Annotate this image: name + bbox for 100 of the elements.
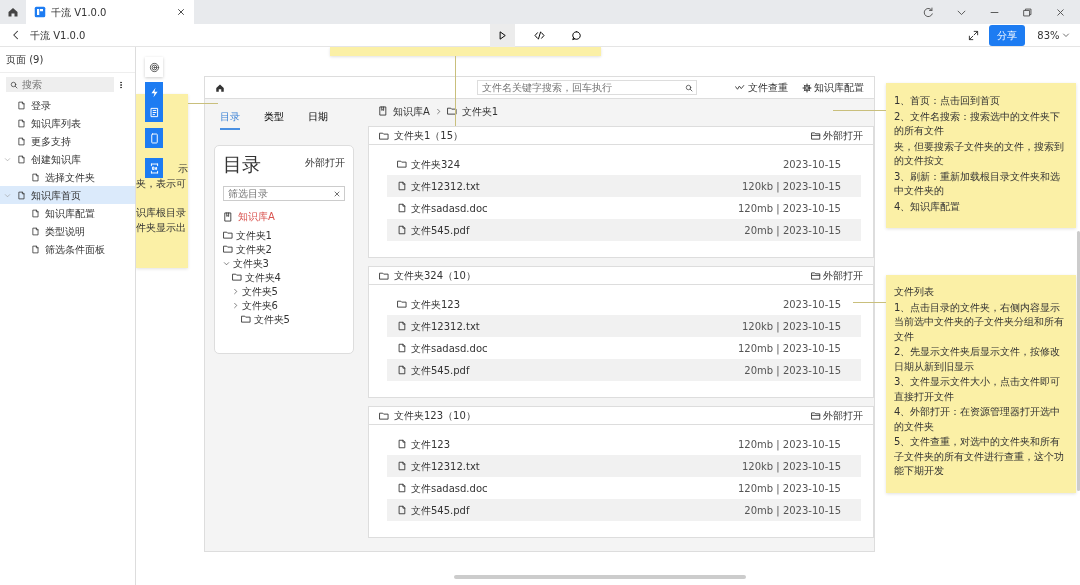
breadcrumb-link[interactable]: 文件夹1: [461, 103, 499, 119]
note-text: 5、文件查重，对选中的文件夹和所有子文件夹的所有文件进行查重，这个功能下期开发: [894, 435, 1065, 478]
note-text: 2、文件名搜索：搜索选中的文件夹下的所有文件: [894, 109, 1062, 138]
scrollbar[interactable]: [1077, 231, 1080, 491]
fullscreen-icon[interactable]: [968, 29, 980, 41]
code-icon: [148, 162, 160, 174]
search-field[interactable]: 搜索: [6, 77, 114, 92]
folder-name[interactable]: 文件夹6: [241, 297, 278, 313]
folder-icon: [232, 272, 242, 282]
note-text: 识库根目录: [136, 206, 186, 220]
page-item[interactable]: 登录: [0, 96, 135, 114]
library-name[interactable]: 知识库A: [238, 209, 275, 224]
breadcrumb-link[interactable]: 知识库A: [393, 103, 430, 119]
tab[interactable]: 类型: [264, 109, 284, 130]
home-icon[interactable]: [215, 82, 225, 93]
note-text: 1、点击目录的文件夹，右侧内容显示当前选中文件夹的子文件夹分组和所有文件: [894, 300, 1065, 344]
toolbar-link[interactable]: 知识库配置: [801, 80, 864, 95]
toolbar-link[interactable]: 文件查重: [735, 80, 788, 95]
search-icon: [10, 80, 18, 89]
page-icon: [17, 118, 26, 128]
note-title: 文件列表: [894, 285, 935, 299]
share-button[interactable]: 分享: [989, 24, 1026, 46]
book-icon: [378, 106, 388, 116]
file-row[interactable]: 文件sadasd.doc 120mb | 2023-10-15: [387, 197, 861, 219]
page-item[interactable]: 知识库首页: [0, 186, 135, 204]
page-item[interactable]: 知识库列表: [0, 114, 135, 132]
file-row[interactable]: 文件sadasd.doc 120mb | 2023-10-15: [387, 477, 861, 499]
folder-name[interactable]: 文件夹5: [241, 283, 278, 299]
browser-tab[interactable]: 千流 V1.0.0: [26, 0, 194, 24]
file-row[interactable]: 文件12312.txt 120kb | 2023-10-15: [387, 175, 861, 197]
group-title: 文件夹1（15）: [394, 129, 464, 143]
page-item[interactable]: 更多支持: [0, 132, 135, 150]
file-icon: [397, 203, 407, 213]
tool-button[interactable]: [145, 82, 163, 102]
folder-icon: [397, 299, 407, 309]
directory-title: 目录: [223, 155, 261, 174]
separator-icon: [434, 107, 442, 115]
folder-name[interactable]: 文件夹1: [235, 227, 272, 243]
open-link[interactable]: 外部打开: [810, 128, 863, 143]
page-item[interactable]: 知识库配置: [0, 204, 135, 222]
folder-icon: [379, 410, 389, 421]
tool-button[interactable]: [145, 57, 163, 77]
leader-line: [853, 302, 886, 303]
page-icon: [17, 190, 26, 200]
file-row[interactable]: 文件sadasd.doc 120mb | 2023-10-15: [387, 337, 861, 359]
open-link[interactable]: 外部打开: [810, 268, 863, 283]
tool-button[interactable]: [145, 158, 163, 178]
file-row[interactable]: 文件12312.txt 120kb | 2023-10-15: [387, 315, 861, 337]
file-row[interactable]: 文件夹324 2023-10-15: [387, 153, 861, 175]
note-text: 3、文件显示文件大小，点击文件即可直接打开文件: [894, 375, 1062, 404]
page-item[interactable]: 创建知识库: [0, 150, 135, 168]
page-icon: [17, 100, 26, 110]
folder-name[interactable]: 文件夹2: [235, 241, 272, 257]
folder-icon: [810, 410, 821, 421]
settings-icon: [801, 82, 812, 93]
refresh-icon[interactable]: [923, 6, 934, 18]
search-field[interactable]: 文件名关键字搜索，回车执行: [477, 80, 697, 95]
folder-icon: [397, 159, 407, 169]
clear-icon[interactable]: [333, 189, 341, 198]
folder-name[interactable]: 文件夹5: [253, 311, 290, 327]
restore-icon[interactable]: [1022, 6, 1033, 18]
page-item[interactable]: 选择文件夹: [0, 168, 135, 186]
tab[interactable]: 目录: [220, 109, 240, 130]
code-icon: [534, 30, 545, 41]
scrollbar[interactable]: [454, 575, 746, 579]
close-icon[interactable]: [176, 7, 186, 17]
page-item[interactable]: 类型说明: [0, 222, 135, 240]
folder-name[interactable]: 文件夹3: [232, 255, 269, 271]
open-link[interactable]: 外部打开: [810, 408, 863, 423]
zoom-dropdown[interactable]: 83%: [1037, 27, 1070, 43]
close-icon[interactable]: [1055, 6, 1066, 18]
folder-icon: [379, 130, 389, 141]
file-icon: [397, 483, 407, 493]
note-text: 件夹显示出: [136, 221, 186, 235]
folder-name[interactable]: 文件夹4: [244, 269, 281, 285]
file-row[interactable]: 文件545.pdf 20mb | 2023-10-15: [387, 219, 861, 241]
filter-field[interactable]: 筛选目录: [223, 186, 345, 201]
file-row[interactable]: 文件夹123 2023-10-15: [387, 293, 861, 315]
comment-icon: [571, 30, 582, 41]
page-icon: [31, 172, 40, 182]
file-row[interactable]: 文件545.pdf 20mb | 2023-10-15: [387, 359, 861, 381]
mode-button[interactable]: [490, 24, 515, 47]
tool-button[interactable]: [145, 102, 163, 122]
folder-icon: [241, 314, 251, 324]
page-icon: [17, 154, 26, 164]
tab[interactable]: 日期: [308, 109, 328, 130]
file-row[interactable]: 文件12312.txt 120kb | 2023-10-15: [387, 455, 861, 477]
leader-line: [188, 103, 218, 104]
note-text: 夹，但要搜索子文件夹的文件，搜索到的文件按文: [894, 139, 1065, 168]
page-item[interactable]: 筛选条件面板: [0, 240, 135, 258]
panel-header: 页面 (9): [0, 47, 135, 73]
tool-button[interactable]: [145, 128, 163, 148]
note-text: 夹，表示可: [136, 177, 186, 191]
search-icon: [685, 83, 693, 92]
file-row[interactable]: 文件545.pdf 20mb | 2023-10-15: [387, 499, 861, 521]
file-row[interactable]: 文件123 120mb | 2023-10-15: [387, 433, 861, 455]
group-title: 文件夹324（10）: [394, 269, 476, 283]
file-icon: [397, 343, 407, 353]
open-link[interactable]: 外部打开: [305, 155, 345, 170]
play-icon: [497, 30, 508, 41]
